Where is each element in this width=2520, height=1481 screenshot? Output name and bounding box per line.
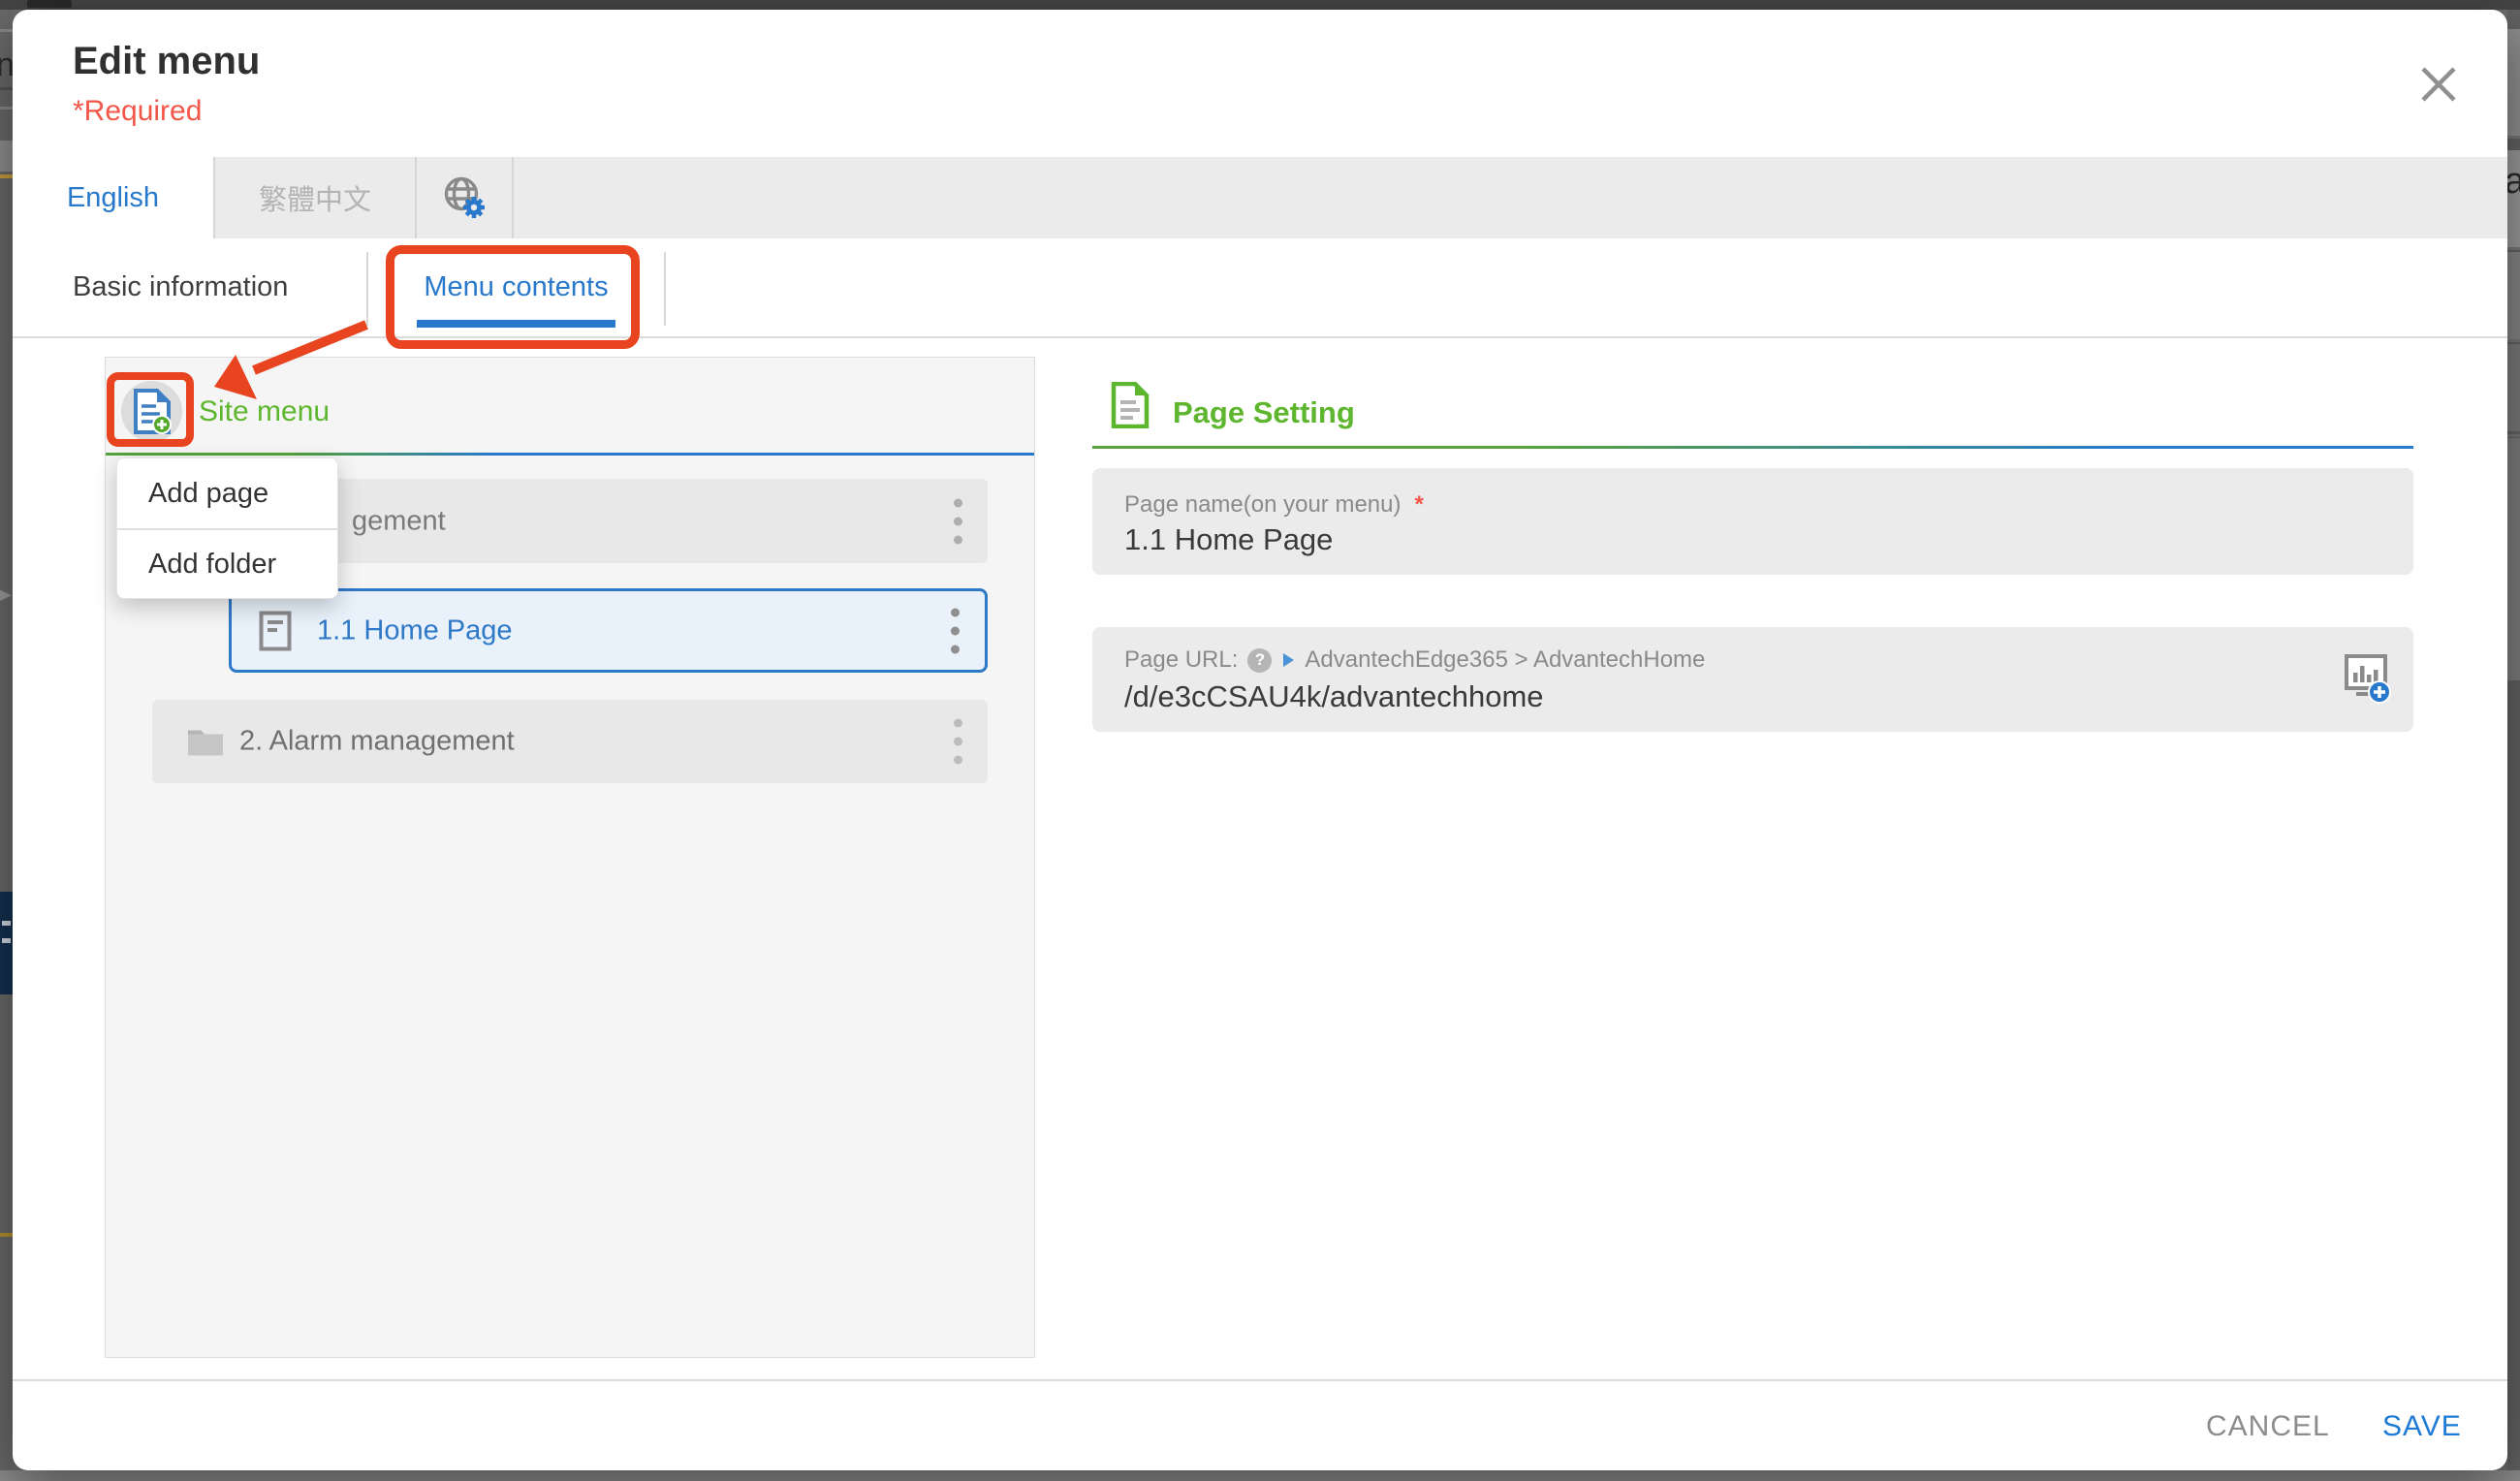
backdrop-fragment <box>0 29 13 32</box>
backdrop-text-fragment: a <box>2507 163 2520 200</box>
close-button[interactable] <box>2405 50 2473 118</box>
tabs-divider <box>13 336 2507 338</box>
edit-menu-dialog: Edit menu *Required English 繁體中文 <box>13 10 2507 1470</box>
page-name-value[interactable]: 1.1 Home Page <box>1124 522 1333 557</box>
menu-item-label: 1.1 Home Page <box>317 614 513 646</box>
site-menu-underline <box>106 453 1034 456</box>
backdrop-fragment <box>2507 438 2520 680</box>
add-page-button[interactable] <box>121 381 182 442</box>
tab-separator <box>366 252 368 326</box>
backdrop-fragment <box>0 141 13 172</box>
page-setting-icon <box>1111 382 1150 428</box>
backdrop-fragment <box>0 1233 13 1237</box>
page-setting-underline <box>1092 446 2413 449</box>
backdrop-fragment <box>0 87 13 90</box>
add-dashboard-icon[interactable] <box>2343 652 2393 705</box>
page-name-label: Page name(on your menu) * <box>1124 491 1424 519</box>
menu-item-add-folder[interactable]: Add folder <box>117 528 337 598</box>
backdrop-fragment <box>2507 136 2520 139</box>
menu-item-label: 2. Alarm management <box>239 726 515 758</box>
globe-gear-icon <box>441 175 488 220</box>
backdrop-fragment <box>2507 247 2520 250</box>
cancel-button[interactable]: CANCEL <box>2206 1410 2330 1443</box>
close-icon <box>2416 62 2461 107</box>
backdrop-fragment <box>27 0 72 8</box>
tab-menu-contents[interactable]: Menu contents <box>413 269 619 304</box>
backdrop-fragment <box>0 107 13 110</box>
backdrop-fragment <box>2507 252 2520 339</box>
backdrop-bottom-strip <box>0 1470 2520 1481</box>
tab-basic-information[interactable]: Basic information <box>73 269 288 304</box>
breadcrumb-arrow-icon <box>1281 652 1295 668</box>
page-name-field[interactable]: Page name(on your menu) * 1.1 Home Page <box>1092 468 2413 575</box>
backdrop-logo-fragment <box>0 892 13 994</box>
tab-language-settings[interactable] <box>415 157 514 238</box>
tab-language-traditional-chinese[interactable]: 繁體中文 <box>213 157 415 238</box>
row-options-button[interactable] <box>954 719 962 765</box>
tab-separator <box>664 252 666 326</box>
page-url-breadcrumb: AdvantechEdge365 > AdvantechHome <box>1305 646 1705 674</box>
backdrop-fragment <box>2507 29 2520 136</box>
menu-item-row[interactable]: 2. Alarm management <box>152 700 988 783</box>
backdrop-fragment <box>2507 344 2520 431</box>
required-asterisk: * <box>1415 491 1424 519</box>
backdrop-fragment <box>2507 339 2520 342</box>
backdrop-arrow-fragment: ➤ <box>0 582 13 609</box>
backdrop-text-fragment: n <box>0 48 13 81</box>
save-button[interactable]: SAVE <box>2382 1410 2462 1443</box>
dialog-title: Edit menu <box>73 37 260 85</box>
footer-divider <box>13 1379 2507 1381</box>
page-url-field[interactable]: Page URL: ? AdvantechEdge365 > Advantech… <box>1092 627 2413 732</box>
backdrop-right-strip: a <box>2507 10 2520 1470</box>
help-icon[interactable]: ? <box>1247 648 1272 673</box>
page-url-value[interactable]: /d/e3cCSAU4k/advantechhome <box>1124 679 1544 714</box>
menu-item-label: gement <box>352 505 446 537</box>
site-menu-title: Site menu <box>199 395 330 428</box>
page-url-label-text: Page URL: <box>1124 646 1238 674</box>
active-tab-underline <box>417 320 615 328</box>
backdrop-top-bar <box>0 0 2520 10</box>
page-name-label-text: Page name(on your menu) <box>1124 491 1402 519</box>
menu-item-row-selected[interactable]: 1.1 Home Page <box>229 588 988 673</box>
tab-language-english[interactable]: English <box>13 157 213 238</box>
page-icon <box>259 611 292 651</box>
folder-icon <box>187 727 224 757</box>
backdrop-fragment <box>0 174 13 178</box>
page-setting-title: Page Setting <box>1173 395 1355 430</box>
row-options-button[interactable] <box>954 498 962 544</box>
backdrop-left-strip: n ➤ <box>0 10 13 1470</box>
required-note: *Required <box>73 95 202 128</box>
add-page-icon <box>133 389 172 434</box>
site-menu-panel: Site menu gement 1.1 Home Page <box>105 357 1035 1358</box>
page-url-label-row: Page URL: ? AdvantechEdge365 > Advantech… <box>1124 646 1705 674</box>
language-tab-strip: English 繁體中文 <box>13 157 2507 238</box>
add-menu-popup: Add page Add folder <box>116 457 338 599</box>
backdrop-fragment <box>2507 434 2520 437</box>
menu-item-add-page[interactable]: Add page <box>117 458 337 528</box>
row-options-button[interactable] <box>951 608 960 653</box>
